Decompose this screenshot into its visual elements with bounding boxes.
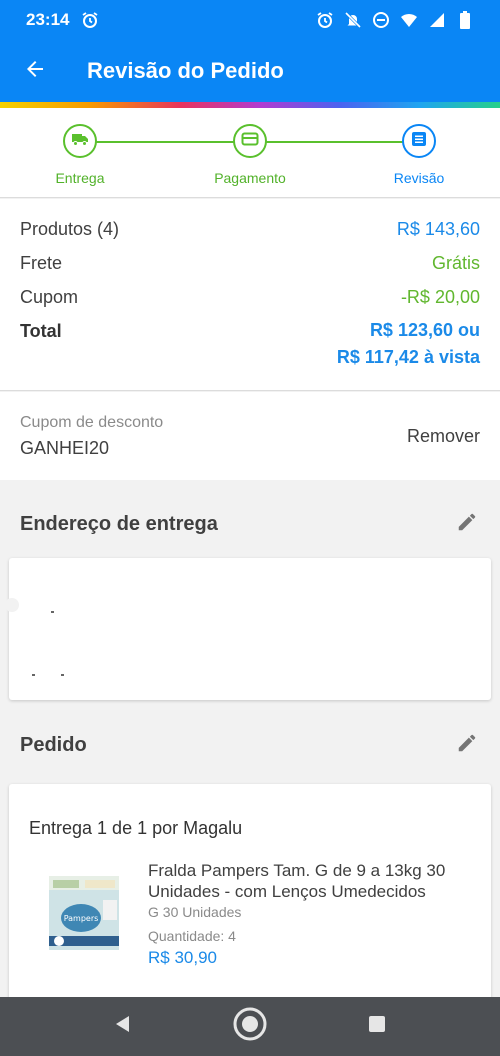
do-not-disturb-icon: [372, 11, 390, 29]
summary-value: R$ 143,60: [396, 219, 480, 239]
order-section-header: Pedido: [0, 710, 500, 780]
summary-total-value: R$ 123,60 ou R$ 117,42 à vista: [337, 317, 480, 367]
summary-value: -R$ 20,00: [400, 287, 480, 307]
product-price: R$ 30,90: [148, 948, 217, 967]
alarm-icon: [316, 11, 334, 29]
coupon-section: Cupom de desconto GANHEI20 Remover: [0, 392, 500, 480]
back-triangle-icon: [113, 1014, 133, 1039]
order-summary: Produtos (4) R$ 143,60 Frete Grátis Cupo…: [0, 199, 500, 391]
step-pagamento[interactable]: Pagamento: [200, 124, 300, 186]
battery-icon: [456, 11, 474, 29]
step-label: Revisão: [393, 170, 445, 186]
address-redaction-mark: [32, 674, 35, 676]
summary-row-products: Produtos (4) R$ 143,60: [20, 219, 480, 253]
wifi-icon: [400, 11, 418, 29]
home-circle-icon: [232, 1006, 268, 1047]
section-title: Endereço de entrega: [20, 512, 218, 535]
step-entrega[interactable]: Entrega: [30, 124, 130, 186]
address-redaction-mark: [61, 674, 64, 676]
product-quantity: Quantidade: 4: [148, 928, 236, 944]
product-variant: G 30 Unidades: [148, 904, 242, 920]
svg-text:Pampers: Pampers: [64, 914, 99, 923]
product-image[interactable]: Pampers: [47, 870, 121, 952]
edit-order-button[interactable]: [454, 732, 480, 758]
total-installment: R$ 123,60 ou: [369, 320, 480, 340]
step-circle: [63, 124, 97, 158]
status-icons: [316, 11, 474, 29]
edit-address-button[interactable]: [454, 511, 480, 537]
page-title: Revisão do Pedido: [87, 58, 284, 83]
app-bar: Revisão do Pedido: [0, 40, 500, 102]
address-card[interactable]: [5, 558, 491, 700]
step-label: Pagamento: [214, 170, 286, 186]
summary-row-coupon: Cupom -R$ 20,00: [20, 287, 480, 321]
signal-icon: [428, 11, 446, 29]
summary-row-shipping: Frete Grátis: [20, 253, 480, 287]
total-cash: R$ 117,42 à vista: [336, 347, 480, 367]
summary-value: Grátis: [431, 253, 480, 273]
step-revisao[interactable]: Revisão: [369, 124, 469, 186]
notifications-off-icon: [344, 11, 362, 29]
system-nav-bar: [0, 997, 500, 1056]
truck-icon: [71, 131, 89, 152]
summary-label: Total: [20, 321, 62, 341]
step-circle: [233, 124, 267, 158]
checkout-stepper: Entrega Pagamento Revisão: [0, 108, 500, 198]
alarm-icon: [81, 11, 99, 29]
product-name[interactable]: Fralda Pampers Tam. G de 9 a 13kg 30 Uni…: [148, 860, 468, 902]
address-redaction-mark: [5, 598, 19, 612]
summary-label: Produtos (4): [20, 219, 120, 239]
summary-row-total: Total R$ 123,60 ou R$ 117,42 à vista: [20, 320, 480, 367]
step-circle: [402, 124, 436, 158]
summary-label: Frete: [20, 253, 63, 273]
back-button[interactable]: [0, 40, 70, 102]
recents-square-icon: [368, 1015, 386, 1038]
list-icon: [411, 131, 427, 152]
remove-coupon-button[interactable]: Remover: [407, 426, 480, 447]
step-label: Entrega: [55, 170, 105, 186]
status-time: 23:14: [26, 10, 70, 29]
arrow-left-icon: [23, 57, 47, 86]
pencil-icon: [456, 511, 478, 538]
nav-home-button[interactable]: [230, 1007, 270, 1047]
card-icon: [241, 132, 259, 151]
summary-label: Cupom: [20, 287, 79, 307]
nav-back-button[interactable]: [103, 1007, 143, 1047]
section-title: Pedido: [20, 733, 87, 756]
address-section-header: Endereço de entrega: [0, 489, 500, 559]
delivery-title: Entrega 1 de 1 por Magalu: [29, 818, 243, 838]
order-card: Entrega 1 de 1 por Magalu Pampers Fralda…: [9, 784, 491, 1014]
address-redaction-mark: [51, 611, 54, 613]
status-bar: 23:14: [0, 0, 500, 40]
nav-recents-button[interactable]: [357, 1007, 397, 1047]
pencil-icon: [456, 732, 478, 759]
